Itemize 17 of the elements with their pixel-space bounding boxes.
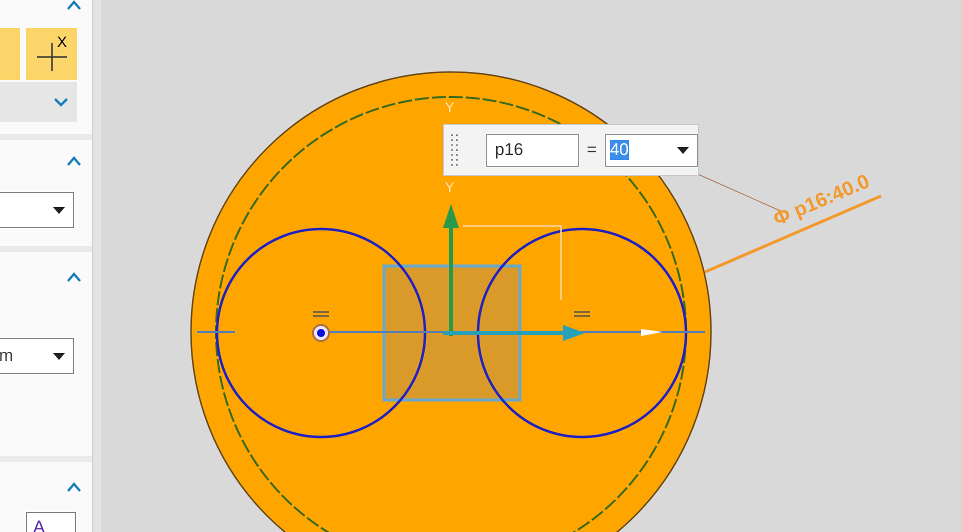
name-field[interactable]: p16 [486,134,579,166]
tool-button[interactable]: X [26,28,77,80]
dropdown-field[interactable] [0,192,74,228]
grip-icon [450,132,460,168]
dropdown-arrow-icon [53,206,65,214]
axis-label: Y [445,99,454,115]
constraint-icon [573,311,591,317]
center-point-icon [312,324,330,342]
dropdown-field[interactable]: m [0,338,74,374]
axis-label: X [56,34,67,51]
dropdown-value: m [0,346,14,366]
dropdown-arrow-icon [677,146,689,154]
axis-label: Y [445,179,454,195]
dropdown-arrow-icon [53,352,65,360]
arrow-head-icon [641,329,663,336]
equals-sign: = [586,140,597,160]
constraint-icon [312,311,330,317]
